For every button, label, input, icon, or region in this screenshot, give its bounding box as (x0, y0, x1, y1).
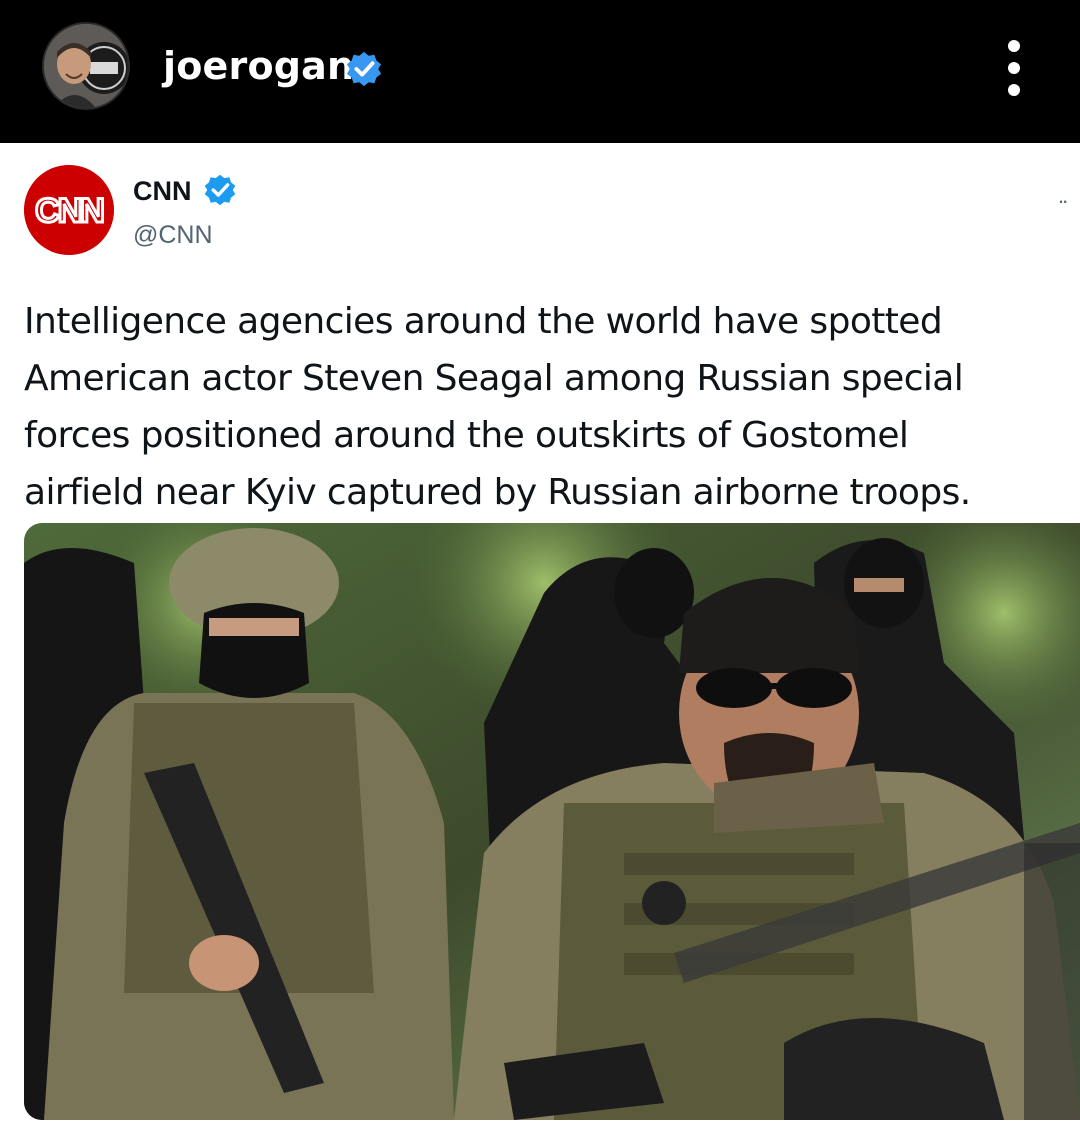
tweet-author-handle: @CNN (133, 221, 213, 249)
tweet-text-line: airfield near Kyiv captured by Russian a… (24, 472, 971, 513)
avatar-image (44, 24, 128, 108)
cnn-logo-text: CNN (35, 192, 103, 230)
more-options-icon[interactable] (1002, 40, 1026, 96)
tweet-photo (24, 523, 1080, 1120)
tweet-screenshot: CNN CNN @CNN .. Intelligence agencies ar… (0, 143, 1080, 1146)
instagram-post-header: joerogan (0, 0, 1080, 143)
tweet-text: Intelligence agencies around the world h… (24, 293, 1064, 521)
tweet-author-name: CNN (133, 176, 192, 206)
tweet-text-line: Intelligence agencies around the world h… (24, 301, 943, 342)
profile-avatar[interactable] (42, 22, 130, 110)
armed-soldiers-photo (24, 523, 1080, 1120)
verified-badge-icon (346, 51, 382, 87)
dot (1008, 40, 1020, 52)
tweet-more-icon: .. (1058, 183, 1068, 208)
dot (1008, 62, 1020, 74)
cnn-logo-icon: CNN (24, 165, 114, 255)
username[interactable]: joerogan (163, 44, 354, 88)
verified-badge-icon (204, 174, 236, 206)
dot (1008, 84, 1020, 96)
cnn-logo: CNN (24, 165, 114, 255)
tweet-text-line: forces positioned around the outskirts o… (24, 415, 909, 456)
tweet-text-line: American actor Steven Seagal among Russi… (24, 358, 964, 399)
